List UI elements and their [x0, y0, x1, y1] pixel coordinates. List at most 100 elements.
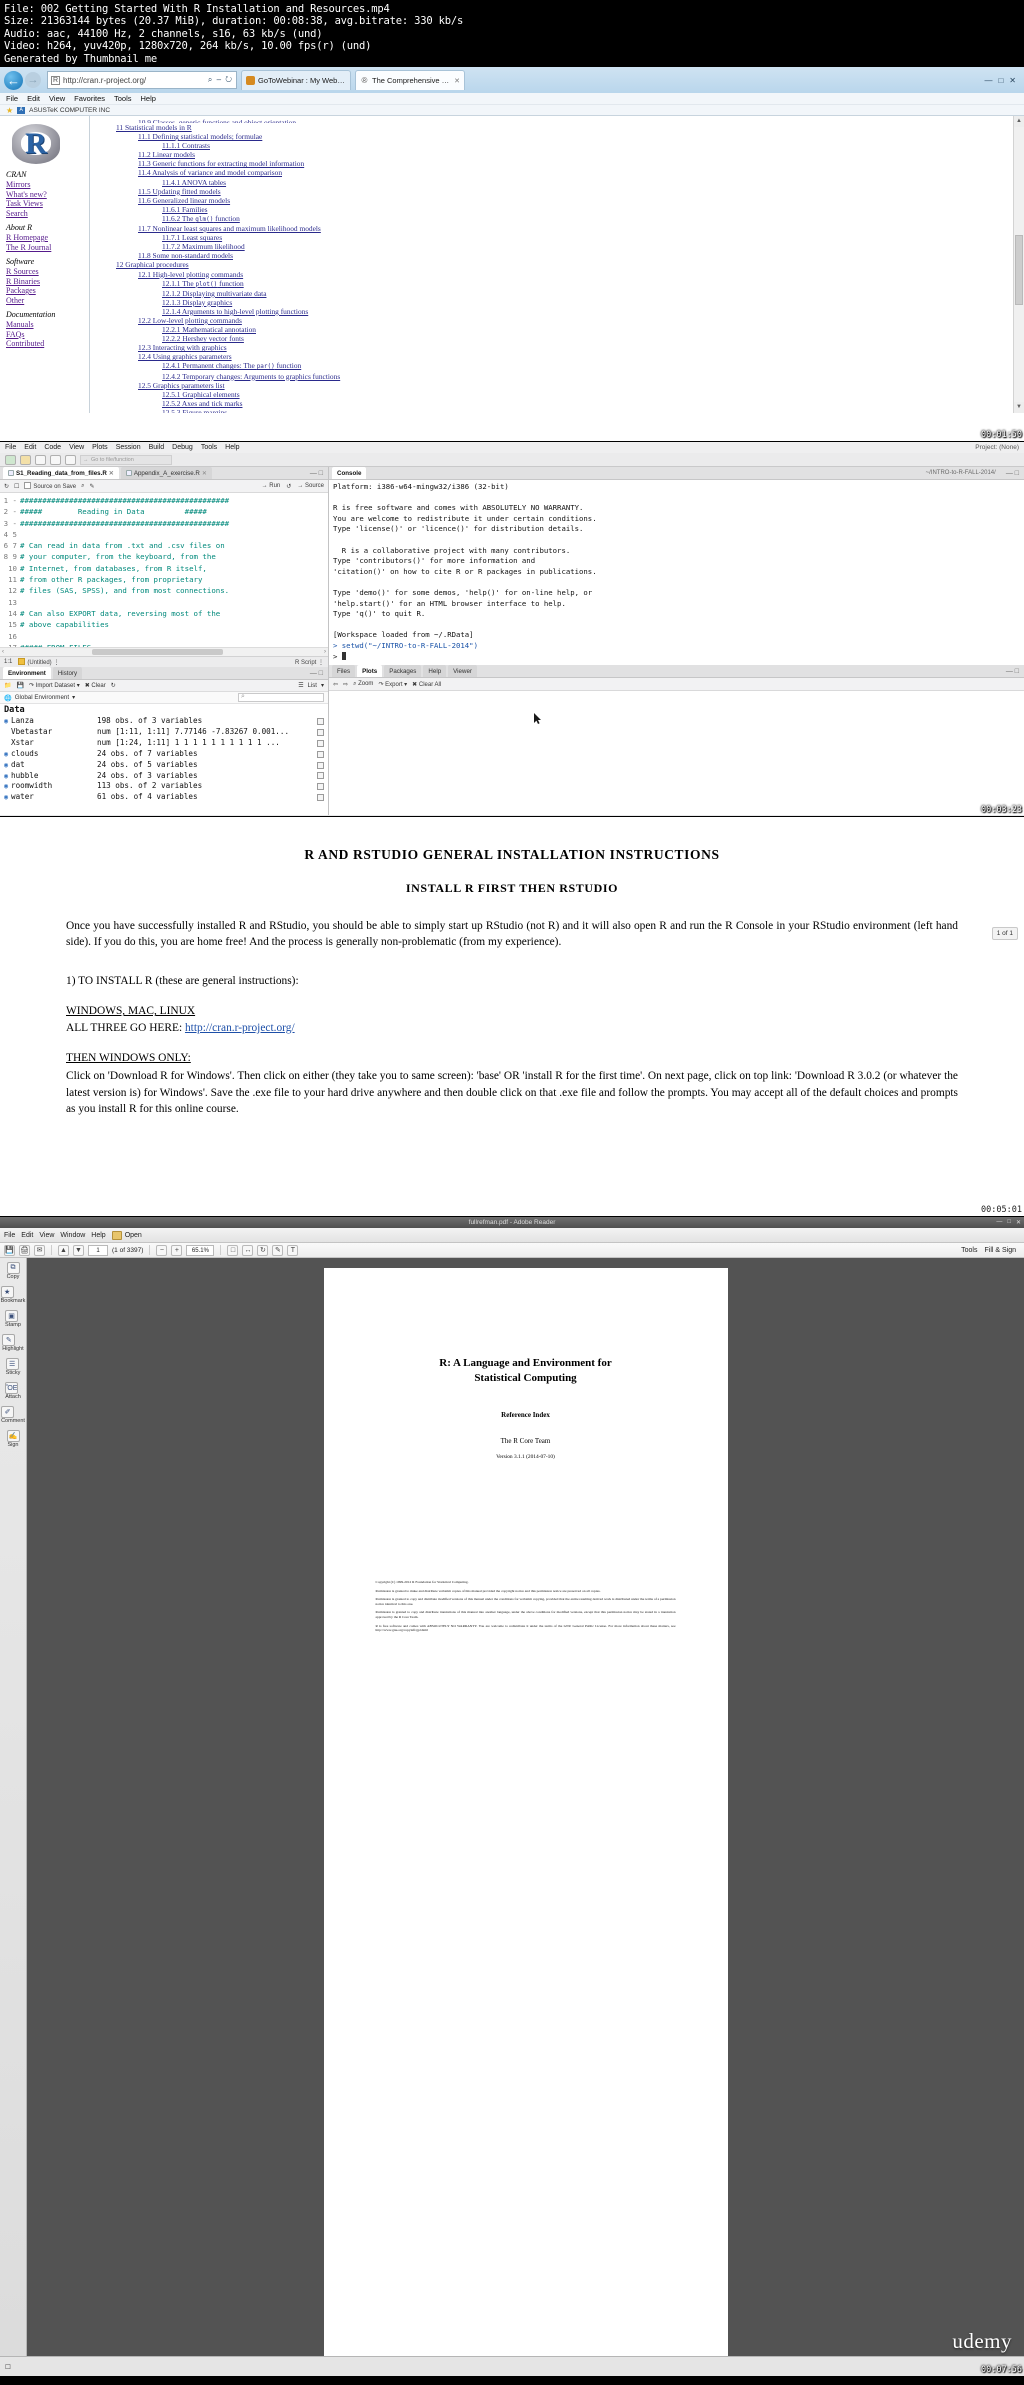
goto-file-function-input[interactable]: Go to file/function — [80, 454, 172, 465]
environment-window-controls[interactable]: — □ — [310, 670, 325, 677]
view-grid-icon[interactable] — [317, 717, 324, 725]
sidebar-link-mirrors[interactable]: Mirrors — [6, 180, 85, 190]
toc-link[interactable]: 11.3 Generic functions for extracting mo… — [138, 159, 304, 168]
code-editor[interactable]: 1 - 2 - 3 - 4 5 6 7 8 9 10 11 12 13 14 1… — [0, 493, 328, 647]
zoom-level-input[interactable]: 65.1% — [186, 1244, 215, 1256]
pdf-rail-item-highlight[interactable]: ✎ Highlight — [2, 1334, 24, 1352]
find-icon[interactable]: ⌕ — [81, 483, 84, 490]
editor-tab-reading-data[interactable]: S1_Reading_data_from_files.R ✕ — [3, 467, 119, 479]
environment-row[interactable]: ◉ clouds 24 obs. of 7 variables — [0, 749, 328, 760]
editor-toolbar[interactable]: ↻ ☐ Source on Save ⌕ ✎ → Run ↺ → Source — [0, 480, 328, 493]
editor-horizontal-scrollbar[interactable]: ‹ › — [0, 647, 328, 656]
toc-link[interactable]: 12.1.4 Arguments to high-level plotting … — [162, 307, 308, 316]
expand-icon[interactable]: ◉ — [4, 771, 11, 782]
toc-link[interactable]: 11.4.1 ANOVA tables — [162, 178, 226, 187]
toc-link[interactable]: 11.7.2 Maximum likelihood — [162, 242, 245, 251]
pdf-left-toolrail[interactable]: ⧉ Copy ★ Bookmark ▣ Stamp ✎ Highlight ☰ Sticky ὌE A… — [0, 1258, 27, 2356]
toc-link[interactable]: 12.5.1 Graphical elements — [162, 390, 240, 399]
browser-menubar[interactable]: File Edit View Favorites Tools Help — [0, 93, 1024, 105]
email-icon[interactable]: ✉ — [34, 1244, 45, 1256]
files-window-controls[interactable]: — □ — [1006, 668, 1021, 675]
source-on-save-checkbox[interactable]: Source on Save — [24, 482, 76, 490]
select-tool-icon[interactable]: ✎ — [272, 1244, 284, 1256]
back-button[interactable]: ← — [4, 70, 23, 90]
console-window-controls[interactable]: — □ — [1006, 470, 1021, 477]
comment-icon[interactable]: ✐ — [1, 1406, 15, 1418]
zoom-in-icon[interactable]: + — [171, 1244, 183, 1256]
copy-icon[interactable]: ⧉ — [6, 1262, 20, 1274]
toc-link[interactable]: 12.2 Low-level plotting commands — [138, 316, 242, 325]
fit-width-icon[interactable]: ↔ — [242, 1244, 254, 1256]
pdf-rail-item-sign[interactable]: ✍ Sign — [6, 1430, 20, 1448]
pdf-menu-file[interactable]: File — [4, 1232, 15, 1239]
view-grid-icon[interactable] — [317, 750, 324, 758]
sign-icon[interactable]: ✍ — [6, 1430, 20, 1442]
minimize-icon[interactable]: — — [984, 76, 992, 85]
attach-icon[interactable]: ὌE — [5, 1382, 19, 1394]
pdf-rail-item-stamp[interactable]: ▣ Stamp — [5, 1310, 21, 1328]
file-type-label[interactable]: R Script ⋮ — [295, 659, 324, 666]
toc-link[interactable]: 11.6.2 The glm() function — [162, 214, 240, 224]
sidebar-link-contributed[interactable]: Contributed — [6, 339, 85, 349]
code-text[interactable]: ########################################… — [20, 493, 328, 647]
maximize-icon[interactable]: □ — [1007, 1219, 1011, 1226]
pdf-menu-edit[interactable]: Edit — [21, 1232, 33, 1239]
environment-row[interactable]: ◉ roomwidth 113 obs. of 2 variables — [0, 781, 328, 792]
environment-toolbar[interactable]: 📁 💾 ↷ Import Dataset ▾ ✖ Clear ↻ ☰ List … — [0, 680, 328, 692]
import-dataset-button[interactable]: ↷ Import Dataset ▾ — [29, 682, 80, 689]
sidebar-link-other[interactable]: Other — [6, 296, 85, 306]
environment-row[interactable]: Vbetastar num [1:11, 1:11] 7.77146 -7.832… — [0, 727, 328, 738]
window-controls[interactable]: — □ ✕ — [984, 76, 1020, 85]
files-pane-tab-packages[interactable]: Packages — [384, 665, 422, 677]
pdf-menu-help[interactable]: Help — [91, 1232, 105, 1239]
rotate-icon[interactable]: ↻ — [257, 1244, 269, 1256]
sticky-icon[interactable]: ☰ — [5, 1358, 19, 1370]
rstudio-menu-file[interactable]: File — [5, 444, 16, 451]
toc-link[interactable]: 12 Graphical procedures — [116, 260, 189, 269]
page-thumbnail-icon[interactable]: ☐ — [5, 2363, 11, 2371]
pdf-window-controls[interactable]: — □ ✕ — [996, 1219, 1021, 1226]
tools-panel-button[interactable]: Tools — [961, 1247, 977, 1254]
clear-all-button[interactable]: ✖ Clear All — [412, 681, 441, 688]
zoom-out-icon[interactable]: − — [156, 1244, 168, 1256]
sidebar-link-what-s-new-[interactable]: What's new? — [6, 190, 85, 200]
console-output[interactable]: Platform: i386-w64-mingw32/i386 (32-bit)… — [329, 480, 1024, 665]
expand-icon[interactable]: ◉ — [4, 781, 11, 792]
page-down-icon[interactable]: ▼ — [73, 1244, 84, 1256]
sidebar-link-manuals[interactable]: Manuals — [6, 320, 85, 330]
editor-pane-window-controls[interactable]: — □ — [310, 470, 325, 477]
menu-item-favorites[interactable]: Favorites — [74, 94, 105, 103]
list-view-button[interactable]: ☰ List ▾ — [298, 682, 324, 690]
close-icon[interactable]: ✕ — [1009, 76, 1016, 85]
next-plot-icon[interactable]: ⇨ — [343, 681, 348, 688]
files-pane-tab-plots[interactable]: Plots — [357, 665, 383, 677]
clear-workspace-button[interactable]: ✖ Clear — [85, 682, 106, 689]
highlight-icon[interactable]: ✎ — [2, 1334, 16, 1346]
toc-link[interactable]: 11.6.1 Families — [162, 205, 208, 214]
chevron-down-icon[interactable]: ▾ — [72, 694, 75, 701]
print-icon[interactable]: 🖨 — [19, 1244, 30, 1256]
editor-tab-appendix-exercise[interactable]: Appendix_A_exercise.R ✕ — [120, 467, 212, 479]
toc-link[interactable]: 12.3 Interacting with graphics — [138, 343, 227, 352]
new-file-icon[interactable] — [5, 454, 16, 465]
document-outline[interactable]: (Untitled) ⋮ — [18, 658, 59, 666]
stamp-icon[interactable]: ▣ — [5, 1310, 19, 1322]
address-bar[interactable]: R http://cran.r-project.org/ ⌕ – ↻ — [47, 71, 237, 89]
rstudio-menu-debug[interactable]: Debug — [172, 444, 193, 451]
toc-link[interactable]: 11.7 Nonlinear least squares and maximum… — [138, 224, 321, 233]
page-number-input[interactable]: 1 — [88, 1244, 108, 1256]
sidebar-link-task-views[interactable]: Task Views — [6, 199, 85, 209]
forward-button[interactable]: → — [25, 72, 41, 88]
close-tab-icon[interactable]: ✕ — [202, 470, 207, 477]
load-workspace-icon[interactable]: 📁 — [4, 682, 11, 689]
toc-link[interactable]: 11.1.1 Contrasts — [162, 141, 210, 150]
rstudio-menubar[interactable]: File Edit Code View Plots Session Build Debug To… — [0, 442, 1024, 453]
maximize-icon[interactable]: □ — [998, 76, 1003, 85]
close-icon[interactable]: ✕ — [1016, 1219, 1021, 1226]
view-grid-icon[interactable] — [317, 783, 324, 791]
bookmark-icon[interactable]: ★ — [0, 1286, 14, 1298]
back-nav-icon[interactable]: ↻ — [4, 483, 9, 490]
print-icon[interactable] — [65, 454, 76, 465]
tab-console[interactable]: Console — [332, 467, 367, 479]
save-icon[interactable]: 💾 — [4, 1244, 15, 1256]
